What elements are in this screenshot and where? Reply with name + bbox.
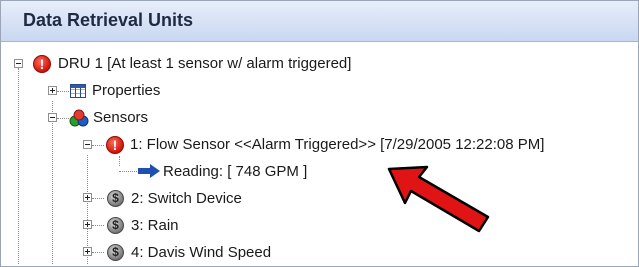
panel-title: Data Retrieval Units: [23, 10, 194, 30]
data-retrieval-units-panel: Data Retrieval Units ! DRU 1 [At least 1…: [0, 0, 639, 267]
tree-node-label: Sensors: [93, 109, 149, 126]
tree-line: [92, 252, 104, 253]
sensor-icon: $: [107, 217, 124, 234]
alarm-icon: !: [106, 136, 124, 154]
tree-line: [92, 198, 104, 199]
tree-node-label: 2: Switch Device: [131, 190, 242, 207]
expand-toggle[interactable]: [48, 86, 57, 95]
alarm-icon: !: [33, 55, 51, 73]
tree-node-label: Reading: [ 748 GPM ]: [163, 163, 308, 180]
tree-node-label: 4: Davis Wind Speed: [131, 244, 272, 261]
tree-view[interactable]: ! DRU 1 [At least 1 sensor w/ alarm trig…: [1, 42, 638, 266]
arrow-right-icon: [138, 164, 160, 178]
panel-header: Data Retrieval Units: [1, 1, 638, 42]
red-callout-arrow: [387, 165, 490, 233]
tree-line: [119, 171, 137, 172]
sensors-icon: [69, 109, 89, 127]
tree-line: [92, 225, 104, 226]
collapse-toggle[interactable]: [83, 140, 92, 149]
tree-node-label: 1: Flow Sensor <<Alarm Triggered>> [7/29…: [130, 136, 545, 153]
tree-line: [119, 156, 120, 166]
tree-node-label: DRU 1 [At least 1 sensor w/ alarm trigge…: [58, 55, 352, 72]
expand-toggle[interactable]: [83, 247, 92, 256]
tree-line: [57, 91, 69, 92]
tree-node-label: Properties: [92, 82, 161, 99]
sensor-icon: $: [107, 244, 124, 261]
collapse-toggle[interactable]: [48, 113, 57, 122]
sensor-icon: $: [107, 190, 124, 207]
expand-toggle[interactable]: [83, 220, 92, 229]
properties-grid-icon: [70, 84, 86, 98]
tree-line: [92, 145, 104, 146]
tree-line: [57, 118, 69, 119]
expand-toggle[interactable]: [83, 193, 92, 202]
tree-line: [52, 101, 53, 264]
tree-line: [18, 68, 19, 264]
collapse-toggle[interactable]: [14, 59, 23, 68]
tree-node-label: 3: Rain: [131, 217, 179, 234]
